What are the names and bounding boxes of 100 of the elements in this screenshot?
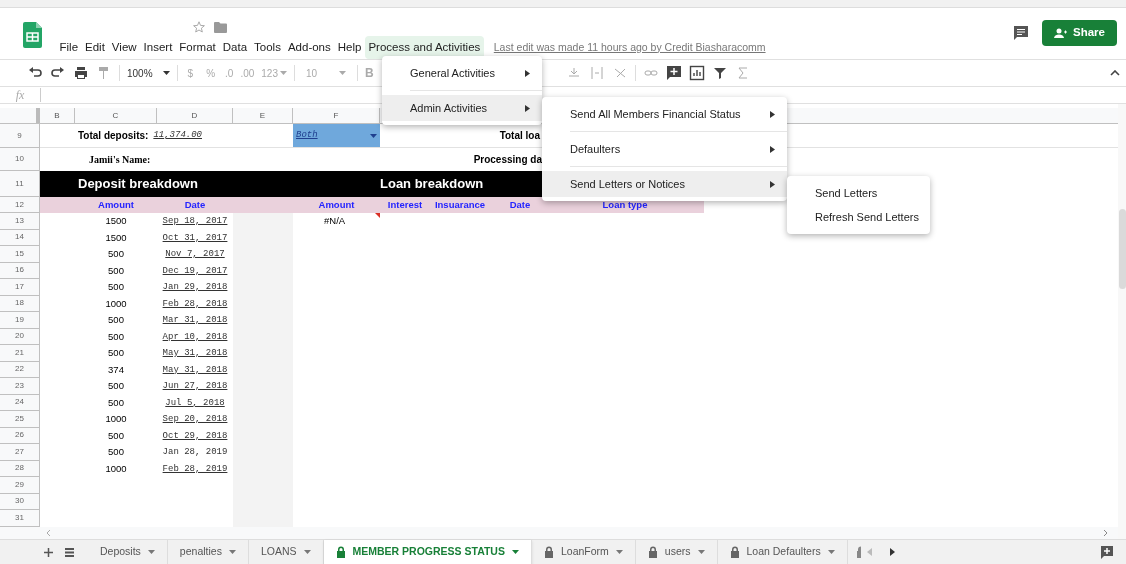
- menu-bar-item[interactable]: File: [56, 35, 82, 59]
- row-number[interactable]: 23: [0, 378, 40, 395]
- sheet-list-icon[interactable]: [65, 547, 74, 557]
- row-number[interactable]: 25: [0, 411, 40, 428]
- print-icon[interactable]: [73, 65, 89, 81]
- column-title: Date: [508, 197, 532, 212]
- date-cell-text: Jan 28, 2019: [161, 446, 229, 459]
- caret-icon: [697, 550, 705, 554]
- column-title: Loan type: [601, 197, 649, 212]
- vertical-scrollbar[interactable]: [1118, 104, 1126, 540]
- date-cell-text: Feb 28, 2019: [161, 462, 229, 476]
- amount-cell-text: 500: [107, 395, 125, 410]
- scroll-right-icon[interactable]: [1103, 529, 1108, 537]
- menu-item[interactable]: Defaulters: [542, 136, 787, 162]
- amount-cell-text: 1500: [104, 230, 128, 245]
- menu-bar-item[interactable]: Add-ons: [284, 35, 335, 59]
- date-cell-text: Oct 31, 2017: [161, 231, 229, 245]
- column-title: Amount: [97, 197, 135, 212]
- menu-bar-item[interactable]: Help: [334, 35, 365, 59]
- next-sheet-icon[interactable]: [889, 548, 895, 556]
- lock-icon: [335, 546, 346, 558]
- menu-bar-item[interactable]: Insert: [140, 35, 176, 59]
- menu-bar-item[interactable]: View: [108, 35, 141, 59]
- row-number[interactable]: 10: [0, 148, 40, 171]
- amount-cell-text: 500: [107, 280, 125, 294]
- previous-sheet-icon[interactable]: [866, 548, 872, 556]
- row-number[interactable]: 15: [0, 246, 40, 263]
- last-edit-link[interactable]: Last edit was made 11 hours ago by Credit Biasharacomm: [493, 39, 766, 56]
- sheet-tab[interactable]: LoanForm: [531, 539, 636, 564]
- sheet-tab[interactable]: Deposits: [88, 539, 168, 564]
- amount-cell-text: 500: [107, 313, 125, 327]
- column-header[interactable]: C: [75, 108, 157, 123]
- date-cell-text: Jan 29, 2018: [161, 281, 229, 294]
- share-button[interactable]: Share: [1042, 20, 1117, 46]
- menu-item[interactable]: Admin Activities: [382, 95, 542, 121]
- sheet-tab[interactable]: penalties: [167, 539, 249, 564]
- submenu-arrow-icon: [770, 145, 775, 153]
- amount-cell-text: 500: [107, 329, 125, 344]
- scroll-left-icon[interactable]: [46, 529, 51, 537]
- menu-bar-item[interactable]: Process and Activities: [364, 35, 484, 59]
- amount-cell-text: 1000: [104, 296, 128, 311]
- date-cell-text: Apr 10, 2018: [161, 330, 229, 344]
- row-number[interactable]: 21: [0, 345, 40, 362]
- add-sheet-icon[interactable]: [44, 547, 53, 557]
- menu-item[interactable]: Send Letters or Notices: [542, 171, 787, 197]
- zoom-select[interactable]: 100%: [127, 65, 170, 81]
- row-number[interactable]: 19: [0, 312, 40, 329]
- menu-bar-item[interactable]: Tools: [250, 35, 285, 59]
- person-icon: [1054, 28, 1068, 38]
- column-header[interactable]: D: [157, 108, 233, 123]
- filter-dropdown[interactable]: Both: [293, 124, 380, 147]
- amount-cell-text: 500: [107, 346, 125, 360]
- amount-cell-text: 500: [107, 263, 125, 278]
- date-cell-text: Jun 27, 2018: [161, 380, 229, 393]
- date-cell-text: Sep 20, 2018: [161, 413, 229, 426]
- submenu-arrow-icon: [770, 110, 775, 118]
- comment-icon[interactable]: [1013, 25, 1030, 41]
- submenu-arrow-icon: [525, 69, 530, 77]
- date-cell-text: Mar 31, 2018: [161, 314, 229, 327]
- menu-item[interactable]: Send Letters: [787, 181, 930, 205]
- sheet-tab[interactable]: LOANS: [248, 539, 324, 564]
- submenu-arrow-icon: [770, 180, 775, 188]
- row-number[interactable]: 13: [0, 213, 40, 230]
- row-number[interactable]: 27: [0, 444, 40, 461]
- row-number[interactable]: 9: [0, 124, 40, 148]
- formula-label: fx: [14, 87, 26, 104]
- star-icon[interactable]: [193, 20, 205, 33]
- row-number[interactable]: 29: [0, 477, 40, 494]
- date-cell-text: Sep 18, 2017: [161, 215, 229, 228]
- row-number[interactable]: 12: [0, 197, 40, 213]
- submenu-arrow-icon: [525, 104, 530, 112]
- column-header[interactable]: B: [40, 108, 75, 123]
- row-number[interactable]: 31: [0, 510, 40, 527]
- menu-item[interactable]: Refresh Send Letters: [787, 205, 930, 229]
- total-deposits-label: Total deposits:: [78, 129, 149, 143]
- collapse-icon[interactable]: [1110, 70, 1120, 76]
- column-header[interactable]: F: [293, 108, 380, 123]
- folder-icon[interactable]: [214, 21, 227, 33]
- row-number[interactable]: 11: [0, 171, 40, 197]
- column-header[interactable]: E: [233, 108, 293, 123]
- sheet-tab[interactable]: users: [635, 539, 718, 564]
- chart-icon[interactable]: [688, 65, 705, 81]
- insert-comment-icon[interactable]: [665, 65, 682, 81]
- sheet-tab[interactable]: MEMBER PROGRESS STATUS: [323, 539, 532, 564]
- explore-icon[interactable]: [1100, 545, 1114, 559]
- total-loans-label: Total loa: [499, 129, 540, 143]
- menu-item[interactable]: General Activities: [382, 60, 542, 86]
- loan-breakdown-title: Loan breakdown: [380, 175, 484, 194]
- sheet-tab[interactable]: Loan Defaulters: [717, 539, 848, 564]
- amount-cell-text: 374: [107, 362, 125, 377]
- menu-item[interactable]: Send All Members Financial Status: [542, 101, 787, 127]
- spreadsheet-logo-icon[interactable]: [23, 22, 42, 48]
- row-number[interactable]: 17: [0, 279, 40, 296]
- column-title: Interest: [386, 197, 424, 212]
- menu-bar-item[interactable]: Format: [175, 35, 220, 59]
- column-title: Amount: [317, 197, 356, 212]
- menu-bar-item[interactable]: Data: [219, 35, 251, 59]
- date-cell-text: May 31, 2018: [161, 347, 229, 360]
- menu-bar-item[interactable]: Edit: [81, 35, 109, 59]
- caret-icon: [162, 71, 170, 75]
